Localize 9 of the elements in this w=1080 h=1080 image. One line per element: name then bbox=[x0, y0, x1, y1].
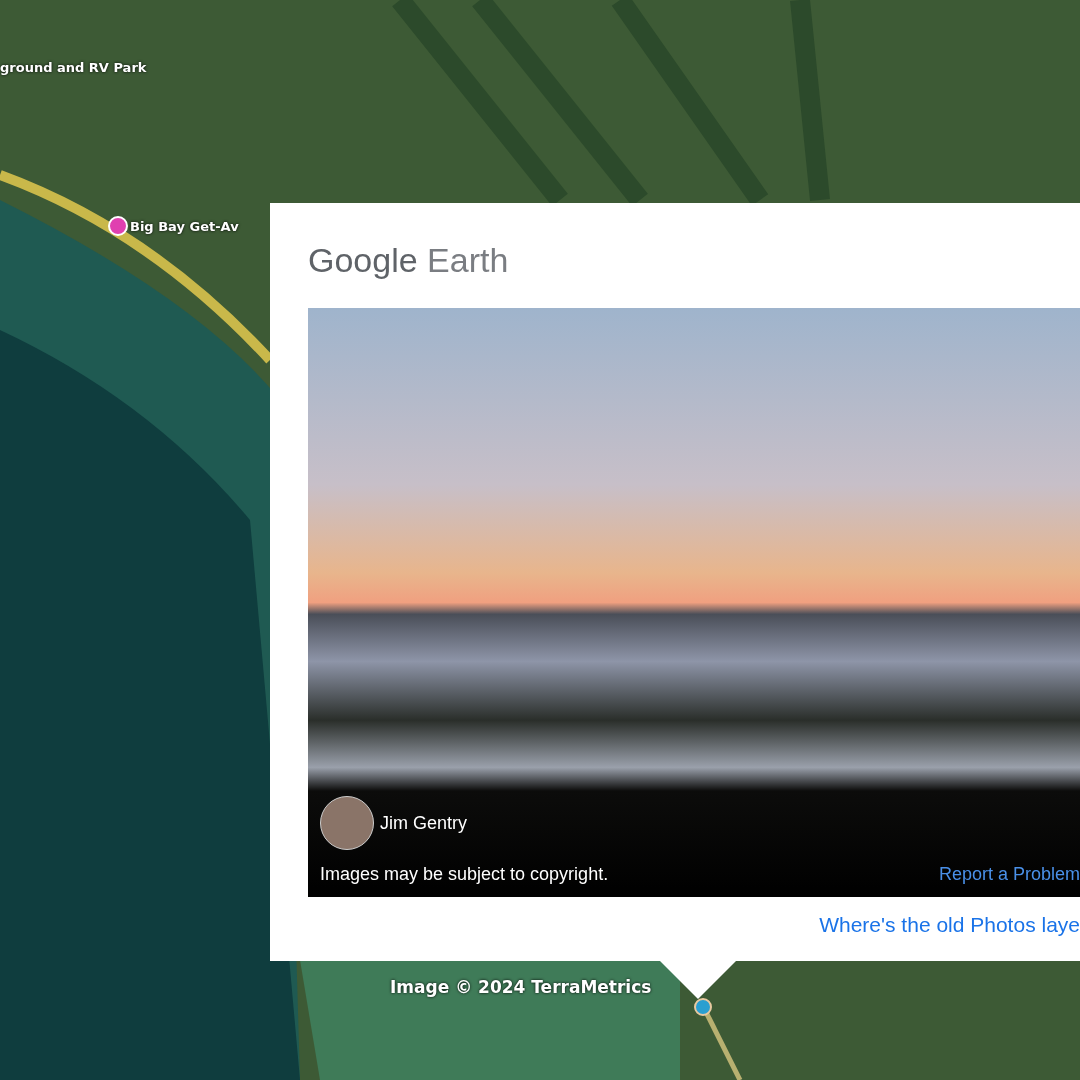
author-name: Jim Gentry bbox=[380, 812, 467, 834]
imagery-attribution: Image © 2024 TerraMetrics bbox=[390, 977, 652, 997]
avatar-icon bbox=[320, 796, 374, 850]
app-logo: Google Earth bbox=[308, 241, 510, 281]
report-link[interactable]: Report a Problem bbox=[938, 864, 1080, 885]
place-label[interactable]: Big Bay Get-Av bbox=[130, 218, 239, 234]
photos-layer-link[interactable]: Where's the old Photos laye bbox=[819, 913, 1080, 937]
copyright-notice: Images may be subject to copyright. bbox=[320, 864, 609, 885]
place-label[interactable]: ground and RV Park bbox=[0, 60, 147, 75]
